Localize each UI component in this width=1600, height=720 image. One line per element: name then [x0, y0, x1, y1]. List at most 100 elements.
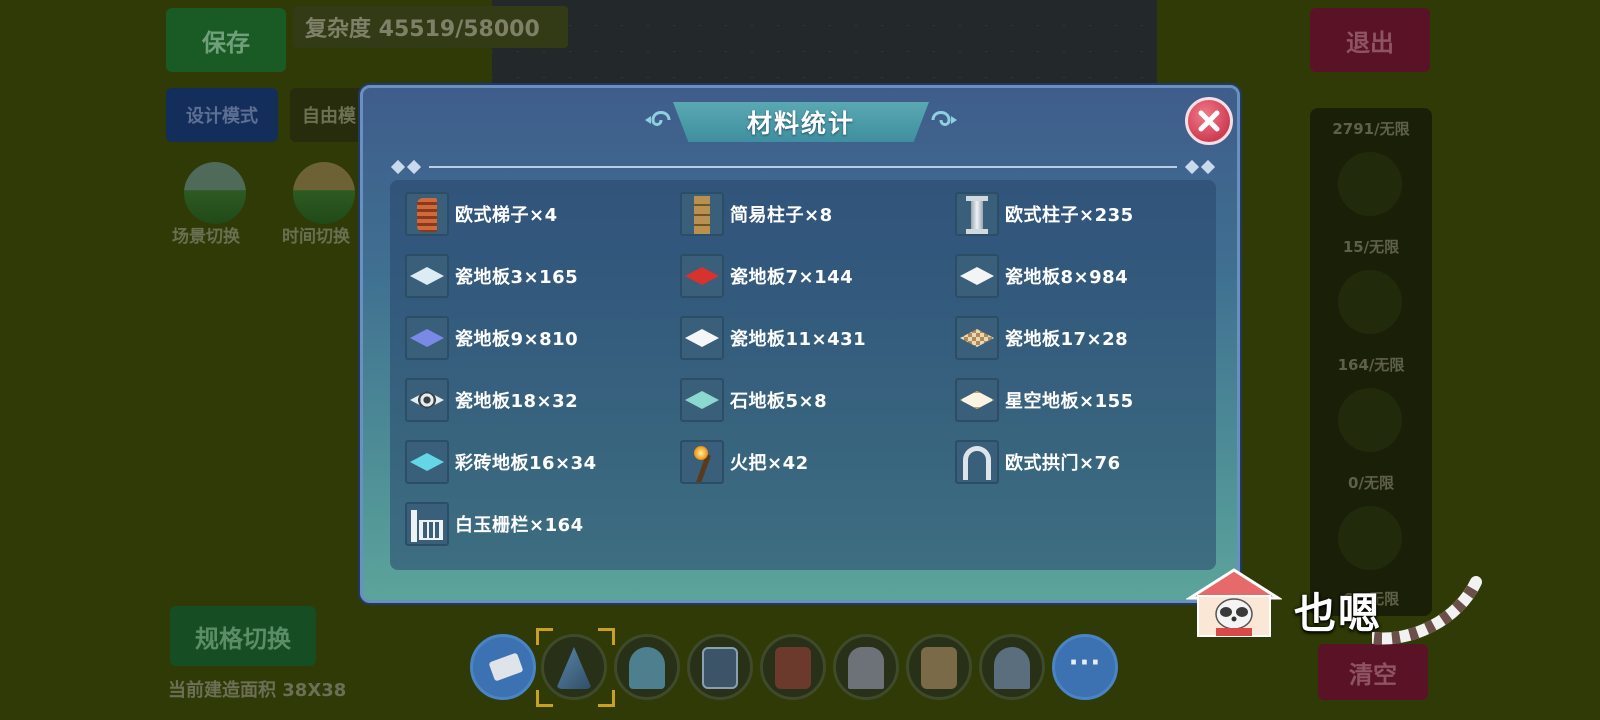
material-stats-dialog: 材料统计 欧式梯子×4 简易柱子×8 欧式柱子×235 瓷地板3×165 瓷地板… [360, 85, 1240, 603]
material-item: 火把×42 [680, 438, 809, 486]
close-icon [1198, 110, 1220, 132]
arch-window-tool[interactable] [614, 634, 680, 700]
eraser-tool-button[interactable] [470, 634, 536, 700]
pillar-item-icon[interactable] [1338, 270, 1402, 334]
material-label: 欧式柱子×235 [1005, 205, 1134, 226]
mascot-house-icon [1186, 568, 1282, 637]
material-item: 欧式柱子×235 [955, 190, 1134, 238]
material-item: 瓷地板8×984 [955, 252, 1128, 300]
floor-tile-icon [955, 378, 999, 422]
brick-window-tool[interactable] [760, 634, 826, 700]
material-label: 欧式拱门×76 [1005, 453, 1121, 474]
spec-switch-button[interactable]: 规格切换 [170, 606, 316, 666]
watermark-text: 也嗯 [1294, 589, 1383, 638]
wood-pillar-icon [680, 192, 724, 236]
floor-tile-icon [405, 316, 449, 360]
stone-pillar-icon [955, 192, 999, 236]
material-item: 简易柱子×8 [680, 190, 833, 238]
floor-tile-icon [405, 440, 449, 484]
clear-button[interactable]: 清空 [1318, 644, 1428, 700]
material-item: 瓷地板7×144 [680, 252, 853, 300]
floor-tile-icon [680, 378, 724, 422]
build-grid-preview [492, 0, 1157, 86]
material-label: 简易柱子×8 [730, 205, 833, 226]
gothic-window-tool[interactable] [687, 634, 753, 700]
tall-window-icon [848, 647, 884, 689]
material-label: 星空地板×155 [1005, 391, 1134, 412]
material-label: 瓷地板11×431 [730, 329, 867, 350]
more-icon: ··· [1068, 648, 1102, 678]
scene-switch-label: 场景切换 [172, 227, 240, 247]
time-switch-icon[interactable] [293, 162, 355, 224]
scene-switch-icon[interactable] [184, 162, 246, 224]
material-item: 瓷地板9×810 [405, 314, 578, 362]
selection-corner [598, 628, 615, 645]
dome-window-icon [994, 647, 1030, 689]
material-label: 瓷地板3×165 [455, 267, 579, 288]
torch-icon [680, 440, 724, 484]
material-label: 瓷地板9×810 [455, 329, 579, 350]
material-label: 瓷地板18×32 [455, 391, 579, 412]
material-item: 白玉栅栏×164 [405, 500, 584, 548]
material-label: 白玉栅栏×164 [455, 515, 584, 536]
material-item: 瓷地板17×28 [955, 314, 1128, 362]
raccoon-tail-icon [1372, 576, 1482, 645]
material-item: 石地板5×8 [680, 376, 827, 424]
material-list-panel: 欧式梯子×4 简易柱子×8 欧式柱子×235 瓷地板3×165 瓷地板7×144 [390, 180, 1216, 570]
arch-door-icon [955, 440, 999, 484]
material-label: 瓷地板7×144 [730, 267, 854, 288]
floor-tile-icon [680, 254, 724, 298]
ladder-icon [405, 192, 449, 236]
dome-window-tool[interactable] [979, 634, 1045, 700]
title-ornament-left-icon [645, 111, 671, 126]
material-label: 瓷地板8×984 [1005, 267, 1129, 288]
floor-tile-icon [955, 254, 999, 298]
arch-window-icon [629, 647, 665, 689]
material-item: 星空地板×155 [955, 376, 1134, 424]
tile-item-icon[interactable] [1338, 506, 1402, 570]
title-divider [390, 159, 1216, 175]
dialog-title: 材料统计 [746, 109, 855, 138]
eraser-icon [488, 652, 524, 682]
title-bar: 材料统计 [673, 102, 929, 142]
material-label: 石地板5×8 [730, 391, 828, 412]
more-tools-button[interactable]: ··· [1052, 634, 1118, 700]
build-area-label: 当前建造面积 38X38 [168, 680, 347, 701]
fence-icon [405, 502, 449, 546]
floor-tile-icon [955, 316, 999, 360]
time-switch-label: 时间切换 [282, 227, 350, 247]
inventory-count: 15/无限 [1342, 238, 1400, 256]
material-item: 瓷地板3×165 [405, 252, 578, 300]
material-label: 彩砖地板16×34 [455, 453, 597, 474]
material-item: 瓷地板18×32 [405, 376, 578, 424]
selection-corner [536, 628, 553, 645]
material-label: 火把×42 [730, 453, 809, 474]
material-label: 欧式梯子×4 [455, 205, 558, 226]
lattice-screen-tool[interactable] [906, 634, 972, 700]
brick-window-icon [775, 647, 811, 689]
lattice-screen-icon [921, 647, 957, 689]
gothic-window-icon [702, 647, 738, 689]
inventory-count: 0/无限 [1348, 474, 1394, 492]
material-item: 瓷地板11×431 [680, 314, 866, 362]
close-button[interactable] [1185, 97, 1233, 145]
selection-corner [598, 690, 615, 707]
material-item: 欧式梯子×4 [405, 190, 558, 238]
pyramid-roof-icon [556, 647, 592, 689]
design-mode-button[interactable]: 设计模式 [166, 88, 278, 142]
floor-tile-icon [405, 378, 449, 422]
material-item: 欧式拱门×76 [955, 438, 1121, 486]
material-item: 彩砖地板16×34 [405, 438, 597, 486]
title-ornament-right-icon [931, 111, 957, 126]
floor-tile-icon [680, 316, 724, 360]
window-item-icon[interactable] [1338, 152, 1402, 216]
floor-tile-icon [405, 254, 449, 298]
save-button[interactable]: 保存 [166, 8, 286, 72]
complexity-counter: 复杂度 45519/58000 [293, 6, 568, 48]
material-label: 瓷地板17×28 [1005, 329, 1129, 350]
exit-button[interactable]: 退出 [1310, 8, 1430, 72]
block-item-icon[interactable] [1338, 388, 1402, 452]
tall-window-tool[interactable] [833, 634, 899, 700]
inventory-count: 164/无限 [1337, 356, 1405, 374]
selection-corner [536, 690, 553, 707]
